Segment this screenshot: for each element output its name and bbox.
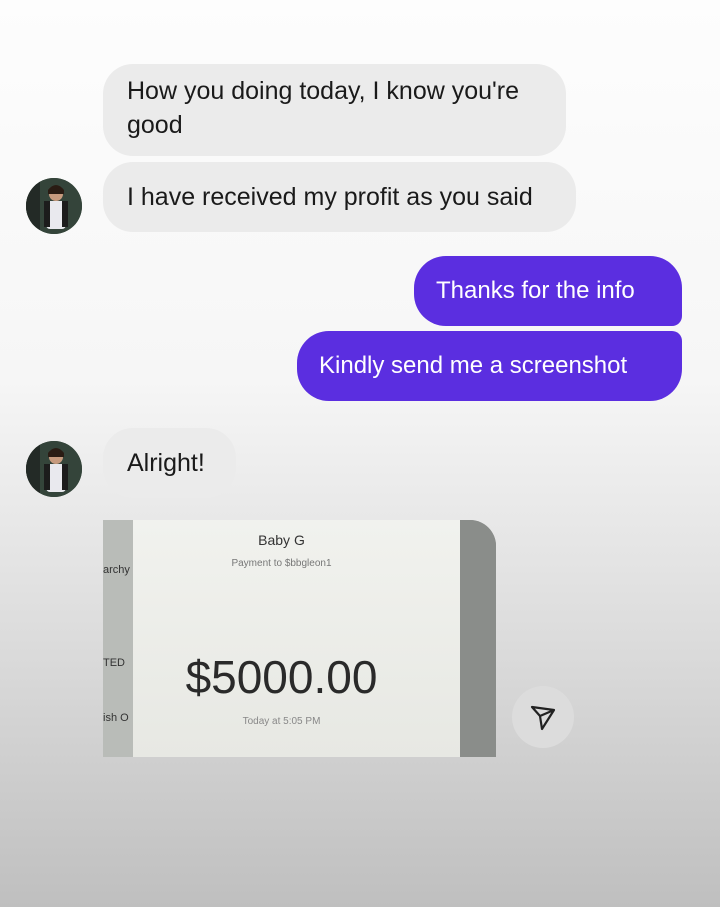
message-text: Alright! bbox=[127, 449, 205, 477]
avatar[interactable] bbox=[26, 178, 82, 234]
cut-text: archy bbox=[103, 564, 130, 576]
incoming-message: How you doing today, I know you're good bbox=[103, 64, 566, 156]
message-text: How you doing today, I know you're good bbox=[127, 77, 520, 139]
message-text: I have received my profit as you said bbox=[127, 183, 533, 211]
payment-amount: $5000.00 bbox=[185, 651, 378, 703]
outgoing-message: Kindly send me a screenshot bbox=[297, 331, 682, 401]
share-button[interactable] bbox=[512, 686, 574, 748]
shared-screenshot[interactable]: archy TED ish O Baby G Payment to $bbgle… bbox=[103, 520, 496, 757]
message-text: Kindly send me a screenshot bbox=[319, 352, 628, 379]
send-icon bbox=[530, 705, 556, 731]
cut-text: TED bbox=[103, 657, 125, 669]
payment-subtitle: Payment to $bbgleon1 bbox=[231, 558, 332, 569]
screenshot-left-edge: archy TED ish O bbox=[103, 520, 133, 757]
message-text: Thanks for the info bbox=[436, 277, 635, 304]
payment-time: Today at 5:05 PM bbox=[242, 716, 321, 727]
incoming-message: I have received my profit as you said bbox=[103, 162, 576, 232]
cut-text: ish O bbox=[103, 712, 129, 724]
screenshot-right-edge bbox=[460, 520, 496, 757]
payee-name: Baby G bbox=[258, 532, 305, 548]
payment-receipt: Baby G Payment to $bbgleon1 $5000.00 Tod… bbox=[133, 520, 460, 757]
incoming-message: Alright! bbox=[103, 428, 236, 498]
outgoing-message: Thanks for the info bbox=[414, 256, 682, 326]
avatar[interactable] bbox=[26, 441, 82, 497]
